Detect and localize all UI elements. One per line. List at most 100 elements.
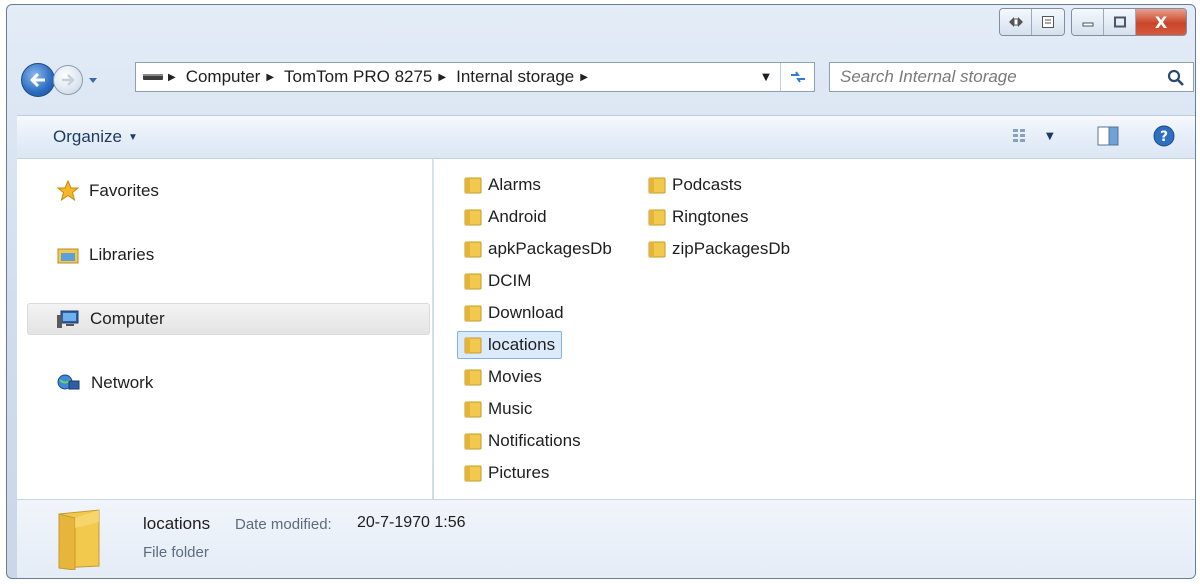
chevron-down-icon: ▼ [127,131,138,143]
views-icon [1013,129,1025,142]
folder-icon [648,241,666,258]
folder-item-notifications[interactable]: Notifications [458,427,587,455]
search-input[interactable] [840,67,1150,87]
folder-name: zipPackagesDb [672,239,791,258]
folder-name: Ringtones [672,207,749,226]
folder-name: locations [488,335,556,354]
maximize-button[interactable] [1104,9,1136,35]
search-box [829,62,1194,92]
back-button[interactable] [21,63,55,97]
details-item-name: locations [143,514,211,533]
folder-item-alarms[interactable]: Alarms [458,171,547,199]
refresh-icon [790,71,805,83]
preview-pane-icon [1097,126,1119,146]
folder-icon [464,465,482,482]
note-icon[interactable] [1032,9,1064,35]
folder-icon [464,241,482,258]
folder-icon [648,177,666,194]
details-pane: locations Date modified: 20-7-1970 1:56 … [17,499,1195,578]
nav-item-libraries[interactable]: Libraries [57,239,154,271]
folder-name: Movies [488,367,542,386]
chevron-down-icon[interactable]: ▼ [1046,131,1054,142]
star-icon [57,180,79,202]
network-icon [57,374,80,390]
caption-buttons: X [993,8,1187,36]
folder-name: DCIM [488,271,532,290]
folder-item-android[interactable]: Android [458,203,553,231]
navigation-pane: Favorites Libraries Computer Network [17,159,433,499]
folder-icon [464,305,482,322]
folder-icon [58,509,100,570]
nav-item-label: Libraries [89,245,155,264]
nav-item-label: Favorites [89,181,159,200]
folder-icon [464,433,482,450]
help-icon: ? [1153,125,1175,147]
organize-button[interactable]: Organize ▼ [53,127,138,147]
navigation-buttons [21,61,101,99]
explorer-window: X ▶ Computer ▶ TomTom PRO 8275 ▶ Interna… [6,4,1196,579]
nav-item-label: Computer [90,309,165,328]
arrow-right-icon [62,74,75,86]
folder-item-apkpackagesdb[interactable]: apkPackagesDb [458,235,618,263]
folder-name: Notifications [488,431,581,450]
window-controls: X [1071,8,1187,36]
address-bar[interactable]: ▶ Computer ▶ TomTom PRO 8275 ▶ Internal … [135,62,815,92]
folder-name: apkPackagesDb [488,239,612,258]
folder-item-ringtones[interactable]: Ringtones [642,203,755,231]
folder-item-movies[interactable]: Movies [458,363,548,391]
folder-icon [464,209,482,226]
folder-icon [464,401,482,418]
folder-icon [464,177,482,194]
breadcrumb-arrow-icon[interactable]: ▶ [580,72,588,83]
folder-item-zippackagesdb[interactable]: zipPackagesDb [642,235,796,263]
folder-name: Android [488,207,547,226]
chevron-down-icon [89,78,97,83]
breadcrumb-arrow-icon[interactable]: ▶ [168,72,176,83]
libraries-icon [57,248,79,264]
folder-icon [464,273,482,290]
change-view-button[interactable]: ▼ [1012,127,1054,145]
minimize-button[interactable] [1072,9,1104,35]
command-bar: Organize ▼ ▼ ? [17,115,1195,159]
details-item-type: File folder [143,544,209,561]
nav-item-network[interactable]: Network [57,367,153,399]
folder-icon [464,337,482,354]
nav-item-favorites[interactable]: Favorites [57,175,159,207]
folder-name: Download [488,303,564,322]
address-dropdown-icon[interactable]: ▼ [756,63,776,91]
drive-icon [140,62,166,92]
breadcrumb-computer[interactable]: Computer [182,62,265,92]
folder-item-music[interactable]: Music [458,395,538,423]
help-button[interactable]: ? [1153,125,1175,151]
folder-name: Music [488,399,533,418]
folder-item-dcim[interactable]: DCIM [458,267,537,295]
folder-name: Alarms [488,175,541,194]
breadcrumb-arrow-icon[interactable]: ▶ [438,72,446,83]
breadcrumb-arrow-icon[interactable]: ▶ [266,72,274,83]
restore-layout-icon[interactable] [1000,9,1032,35]
nav-item-label: Network [91,373,154,392]
organize-label: Organize [53,127,122,146]
folder-item-pictures[interactable]: Pictures [458,459,555,487]
close-button[interactable]: X [1136,9,1186,35]
details-date-value: 20-7-1970 1:56 [357,514,466,531]
forward-button[interactable] [53,65,83,95]
recent-pages-button[interactable] [85,70,101,90]
nav-item-computer[interactable]: Computer [27,303,430,335]
breadcrumb-internal-storage[interactable]: Internal storage [452,62,578,92]
folder-item-download[interactable]: Download [458,299,570,327]
extra-caption-group [999,8,1065,36]
folder-name: Podcasts [672,175,742,194]
details-date-label: Date modified: [235,516,332,533]
breadcrumb-device[interactable]: TomTom PRO 8275 [280,62,436,92]
folder-icon [464,369,482,386]
folder-item-locations[interactable]: locations [457,331,563,359]
content-pane: Alarms Android apkPackagesDb DCIM Downlo… [434,159,1195,499]
folder-icon [648,209,666,226]
svg-text:?: ? [1160,129,1168,145]
preview-pane-button[interactable] [1097,126,1119,150]
refresh-button[interactable] [780,63,814,91]
search-icon[interactable] [1167,69,1185,87]
computer-icon [57,310,79,328]
folder-item-podcasts[interactable]: Podcasts [642,171,748,199]
